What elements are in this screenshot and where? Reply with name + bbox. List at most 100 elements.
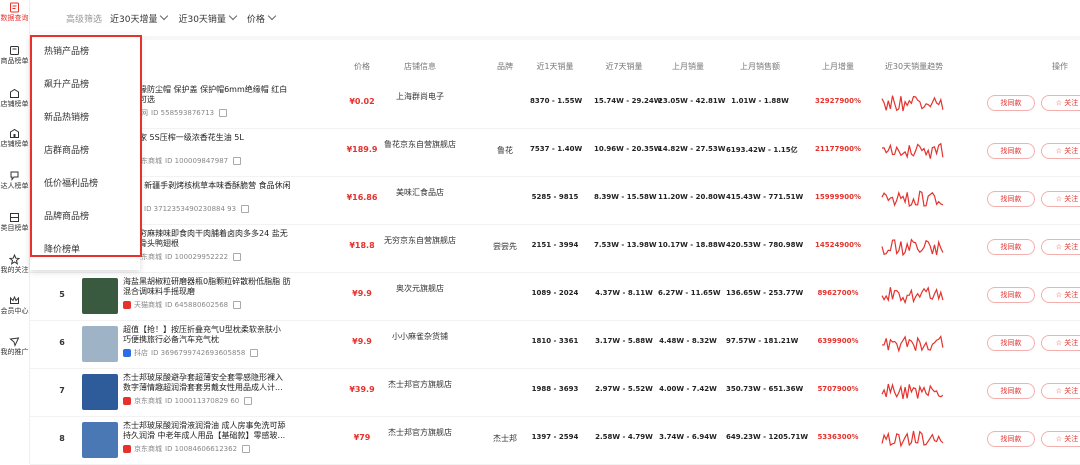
sidebar-item-my-promotion[interactable]: 我的推广 [0,336,29,357]
store-name[interactable]: 小小麻雀杂货铺 [380,330,460,344]
sidebar-item-shop-rank[interactable]: 店铺榜单 [0,128,29,149]
table-row[interactable]: 8 杰士邦玻尿酸润滑液润滑油 成人房事免洗可舔 持久润滑 中老年成人用品【基础款】… [30,416,1080,465]
table-row[interactable]: 双无穷麻辣味即食肉干肉脯着卤肉多多24 盐无病有骨头鸭翅根 京东商城 ID 1000… [30,224,1080,273]
copy-icon[interactable] [233,301,242,309]
store-name[interactable]: 奥次元旗舰店 [380,282,460,296]
find-same-button[interactable]: 找同款 [987,239,1035,255]
product-thumbnail[interactable] [82,422,118,458]
find-same-button[interactable]: 找同款 [987,383,1035,399]
find-same-button[interactable]: 找同款 [987,431,1035,447]
copy-icon[interactable] [233,253,242,261]
copy-icon[interactable] [219,109,228,117]
filter-dropdown-30d-sales[interactable]: 近30天销量 [178,11,238,25]
product-title[interactable]: 海盐黑胡椒粒研磨器瓶0脂颗粒碎散粉低脂脂 肪混合调味料手摇现磨 [123,277,291,297]
header-price[interactable]: 价格 [342,61,382,72]
find-same-button[interactable]: 找同款 [987,335,1035,351]
follow-button[interactable]: ☆ 关注 [1041,335,1080,351]
trend-sparkline [881,95,944,112]
product-title[interactable]: 头绝缘防尘帽 保护盖 保护帽6mm绝缘帽 红白黄色可选 [123,85,291,105]
table-row[interactable]: 2袋】新疆手剥烤核桃草本味香酥脆营 食品休闲零食店ID 371235349023… [30,176,1080,225]
menu-item-low-price[interactable]: 低价福利品榜 [30,168,140,201]
product-price: ¥9.9 [352,289,372,298]
product-thumbnail[interactable] [82,326,118,362]
advanced-filter-label[interactable]: 高级筛选 [66,12,102,25]
rank-number: 6 [59,338,65,347]
filter-dropdown-price[interactable]: 价格 [247,11,278,25]
table-row[interactable]: 5 海盐黑胡椒粒研磨器瓶0脂颗粒碎散粉低脂脂 肪混合调味料手摇现磨 天猫商城 ID 6… [30,272,1080,321]
table-row[interactable]: 7 杰士邦玻尿酸避孕套超薄安全套零感隐形裸入 数字薄情趣超润滑套套男戴女性用品成人… [30,368,1080,417]
sales-1d: 1810 - 3361 [531,337,579,345]
product-title[interactable]: 超值【抢！】按压折叠充气U型枕柔软亲肤小 巧便携旅行必备汽车充气枕 [123,325,291,345]
table-row[interactable]: 头绝缘防尘帽 保护盖 保护帽6mm绝缘帽 红白黄色可选合网ID 55859387… [30,80,1080,129]
table-row[interactable]: 6 超值【抢！】按压折叠充气U型枕柔软亲肤小 巧便携旅行必备汽车充气枕 抖店 ID 3… [30,320,1080,369]
menu-item-brand[interactable]: 品牌商品榜 [30,201,140,234]
sales-7d: 8.39W - 15.58W [594,193,657,201]
store-name[interactable]: 上海群尚电子 [380,90,460,104]
platform-name: 京东商城 [134,397,162,405]
find-same-button[interactable]: 找同款 [987,95,1035,111]
menu-item-rising[interactable]: 飙升产品榜 [30,69,140,102]
sidebar-label: 我的关注 [0,266,29,274]
copy-icon[interactable] [241,205,250,213]
sidebar-item-shop-list[interactable]: 店铺榜单 [0,88,29,109]
find-same-label: 找同款 [1000,195,1022,203]
follow-button[interactable]: ☆ 关注 [1041,95,1080,111]
product-title[interactable]: 双无穷麻辣味即食肉干肉脯着卤肉多多24 盐无病有骨头鸭翅根 [123,229,291,249]
sidebar-item-my-follow[interactable]: 我的关注 [0,254,29,275]
store-name[interactable]: 鲁花京东自营旗舰店 [380,138,460,152]
product-id: ID 3696799742693605858 [151,349,246,357]
store-name[interactable]: 美味汇食品店 [380,186,460,200]
follow-button[interactable]: ☆ 关注 [1041,383,1080,399]
follow-button[interactable]: ☆ 关注 [1041,287,1080,303]
filter-dropdown-30d-increase[interactable]: 近30天增量 [110,11,170,25]
store-name[interactable]: 无穷京东自营旗舰店 [380,234,460,248]
filter-bar: 高级筛选 近30天增量 近30天销量 价格 [66,10,278,26]
store-name[interactable]: 杰士邦官方旗舰店 [380,378,460,392]
header-sales-last-month[interactable]: 上月销量 [658,61,718,72]
sidebar-item-data-query[interactable]: 数据查询 [0,2,29,23]
header-brand: 品牌 [497,62,513,71]
header-sales-1d[interactable]: 近1天销量 [530,61,580,72]
product-title[interactable]: 杰士邦玻尿酸润滑液润滑油 成人房事免洗可舔 持久润滑 中老年成人用品【基础款】零… [123,421,291,441]
find-same-button[interactable]: 找同款 [987,191,1035,207]
follow-button[interactable]: ☆ 关注 [1041,431,1080,447]
product-title[interactable]: 2袋】新疆手剥烤核桃草本味香酥脆营 食品休闲零食 [123,181,291,201]
follow-label: 关注 [1064,339,1079,347]
follow-button[interactable]: ☆ 关注 [1041,239,1080,255]
follow-button[interactable]: ☆ 关注 [1041,191,1080,207]
menu-item-shop-group[interactable]: 店群商品榜 [30,135,140,168]
table-row[interactable]: 飘万家 5S压榨一级浓香花生油 5L 京东商城 ID 100009847987 ¥18… [30,128,1080,177]
star-icon: ☆ [1055,339,1065,347]
platform-icon [123,445,131,453]
star-icon: ☆ [1055,99,1065,107]
sidebar-item-influencer-list[interactable]: 达人榜单 [0,170,29,191]
find-same-button[interactable]: 找同款 [987,143,1035,159]
sidebar-item-category-list[interactable]: 类目榜单 [0,212,29,233]
product-title[interactable]: 飘万家 5S压榨一级浓香花生油 5L [123,133,291,143]
sidebar-item-member-center[interactable]: 会员中心 [0,295,29,316]
product-title[interactable]: 杰士邦玻尿酸避孕套超薄安全套零感隐形裸入 数字薄情趣超润滑套套男戴女性用品成人计… [123,373,291,393]
sales-7d: 4.37W - 8.11W [595,289,653,297]
product-thumbnail[interactable] [82,374,118,410]
find-same-button[interactable]: 找同款 [987,287,1035,303]
sidebar-item-product-list[interactable]: 商品榜单 [0,45,29,66]
sales-last-month: 10.17W - 18.88W [658,241,726,249]
follow-button[interactable]: ☆ 关注 [1041,143,1080,159]
star-icon: ☆ [1055,195,1065,203]
header-growth-last-month[interactable]: 上月增量 [806,61,870,72]
rank-number: 7 [59,386,65,395]
product-thumbnail[interactable] [82,278,118,314]
header-sales-7d[interactable]: 近7天销量 [594,61,654,72]
menu-item-price-drop[interactable]: 降价榜单 [30,234,140,267]
store-name[interactable]: 杰士邦官方旗舰店 [380,426,460,440]
product-source: 京东商城 ID 100011370829 60 [123,396,293,406]
copy-icon[interactable] [233,157,242,165]
revenue-last-month: 136.65W - 253.77W [726,289,804,297]
menu-item-new-hot[interactable]: 新品热销榜 [30,102,140,135]
product-source: 店ID 3712353490230884 93 [123,204,293,214]
header-revenue-last-month[interactable]: 上月销售额 [726,61,794,72]
copy-icon[interactable] [242,445,251,453]
copy-icon[interactable] [244,397,253,405]
menu-item-hot-sales[interactable]: 热销产品榜 [30,36,140,69]
copy-icon[interactable] [250,349,259,357]
